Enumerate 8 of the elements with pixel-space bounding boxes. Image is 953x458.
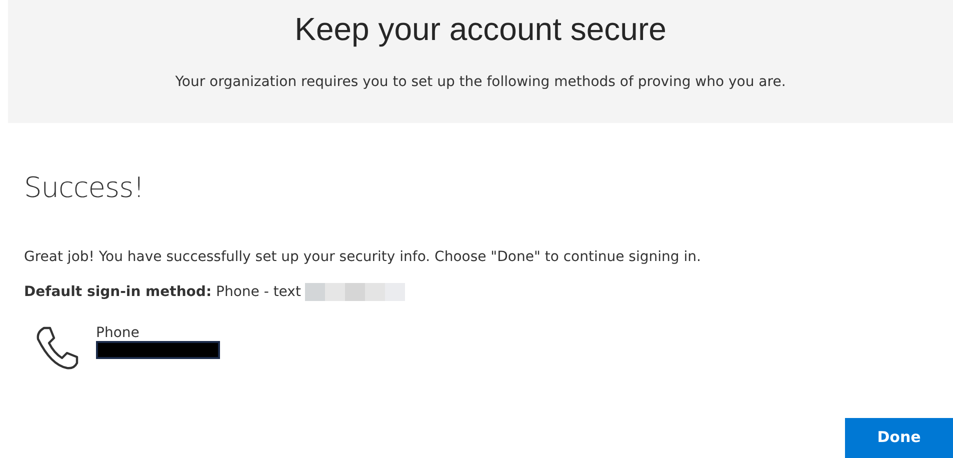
phone-icon: [34, 324, 80, 371]
page-title: Keep your account secure: [294, 10, 668, 48]
default-method-text: Default sign-in method: Phone - text: [24, 282, 301, 302]
success-message: Great job! You have successfully set up your security info. Choose "Done" to continue signing in.: [24, 248, 702, 267]
done-button[interactable]: Done: [845, 418, 953, 458]
success-heading: Success!: [24, 171, 145, 205]
method-label: Phone: [96, 324, 140, 342]
subtitle: Your organization requires you to set up the following methods of proving who you are.: [174, 73, 787, 92]
